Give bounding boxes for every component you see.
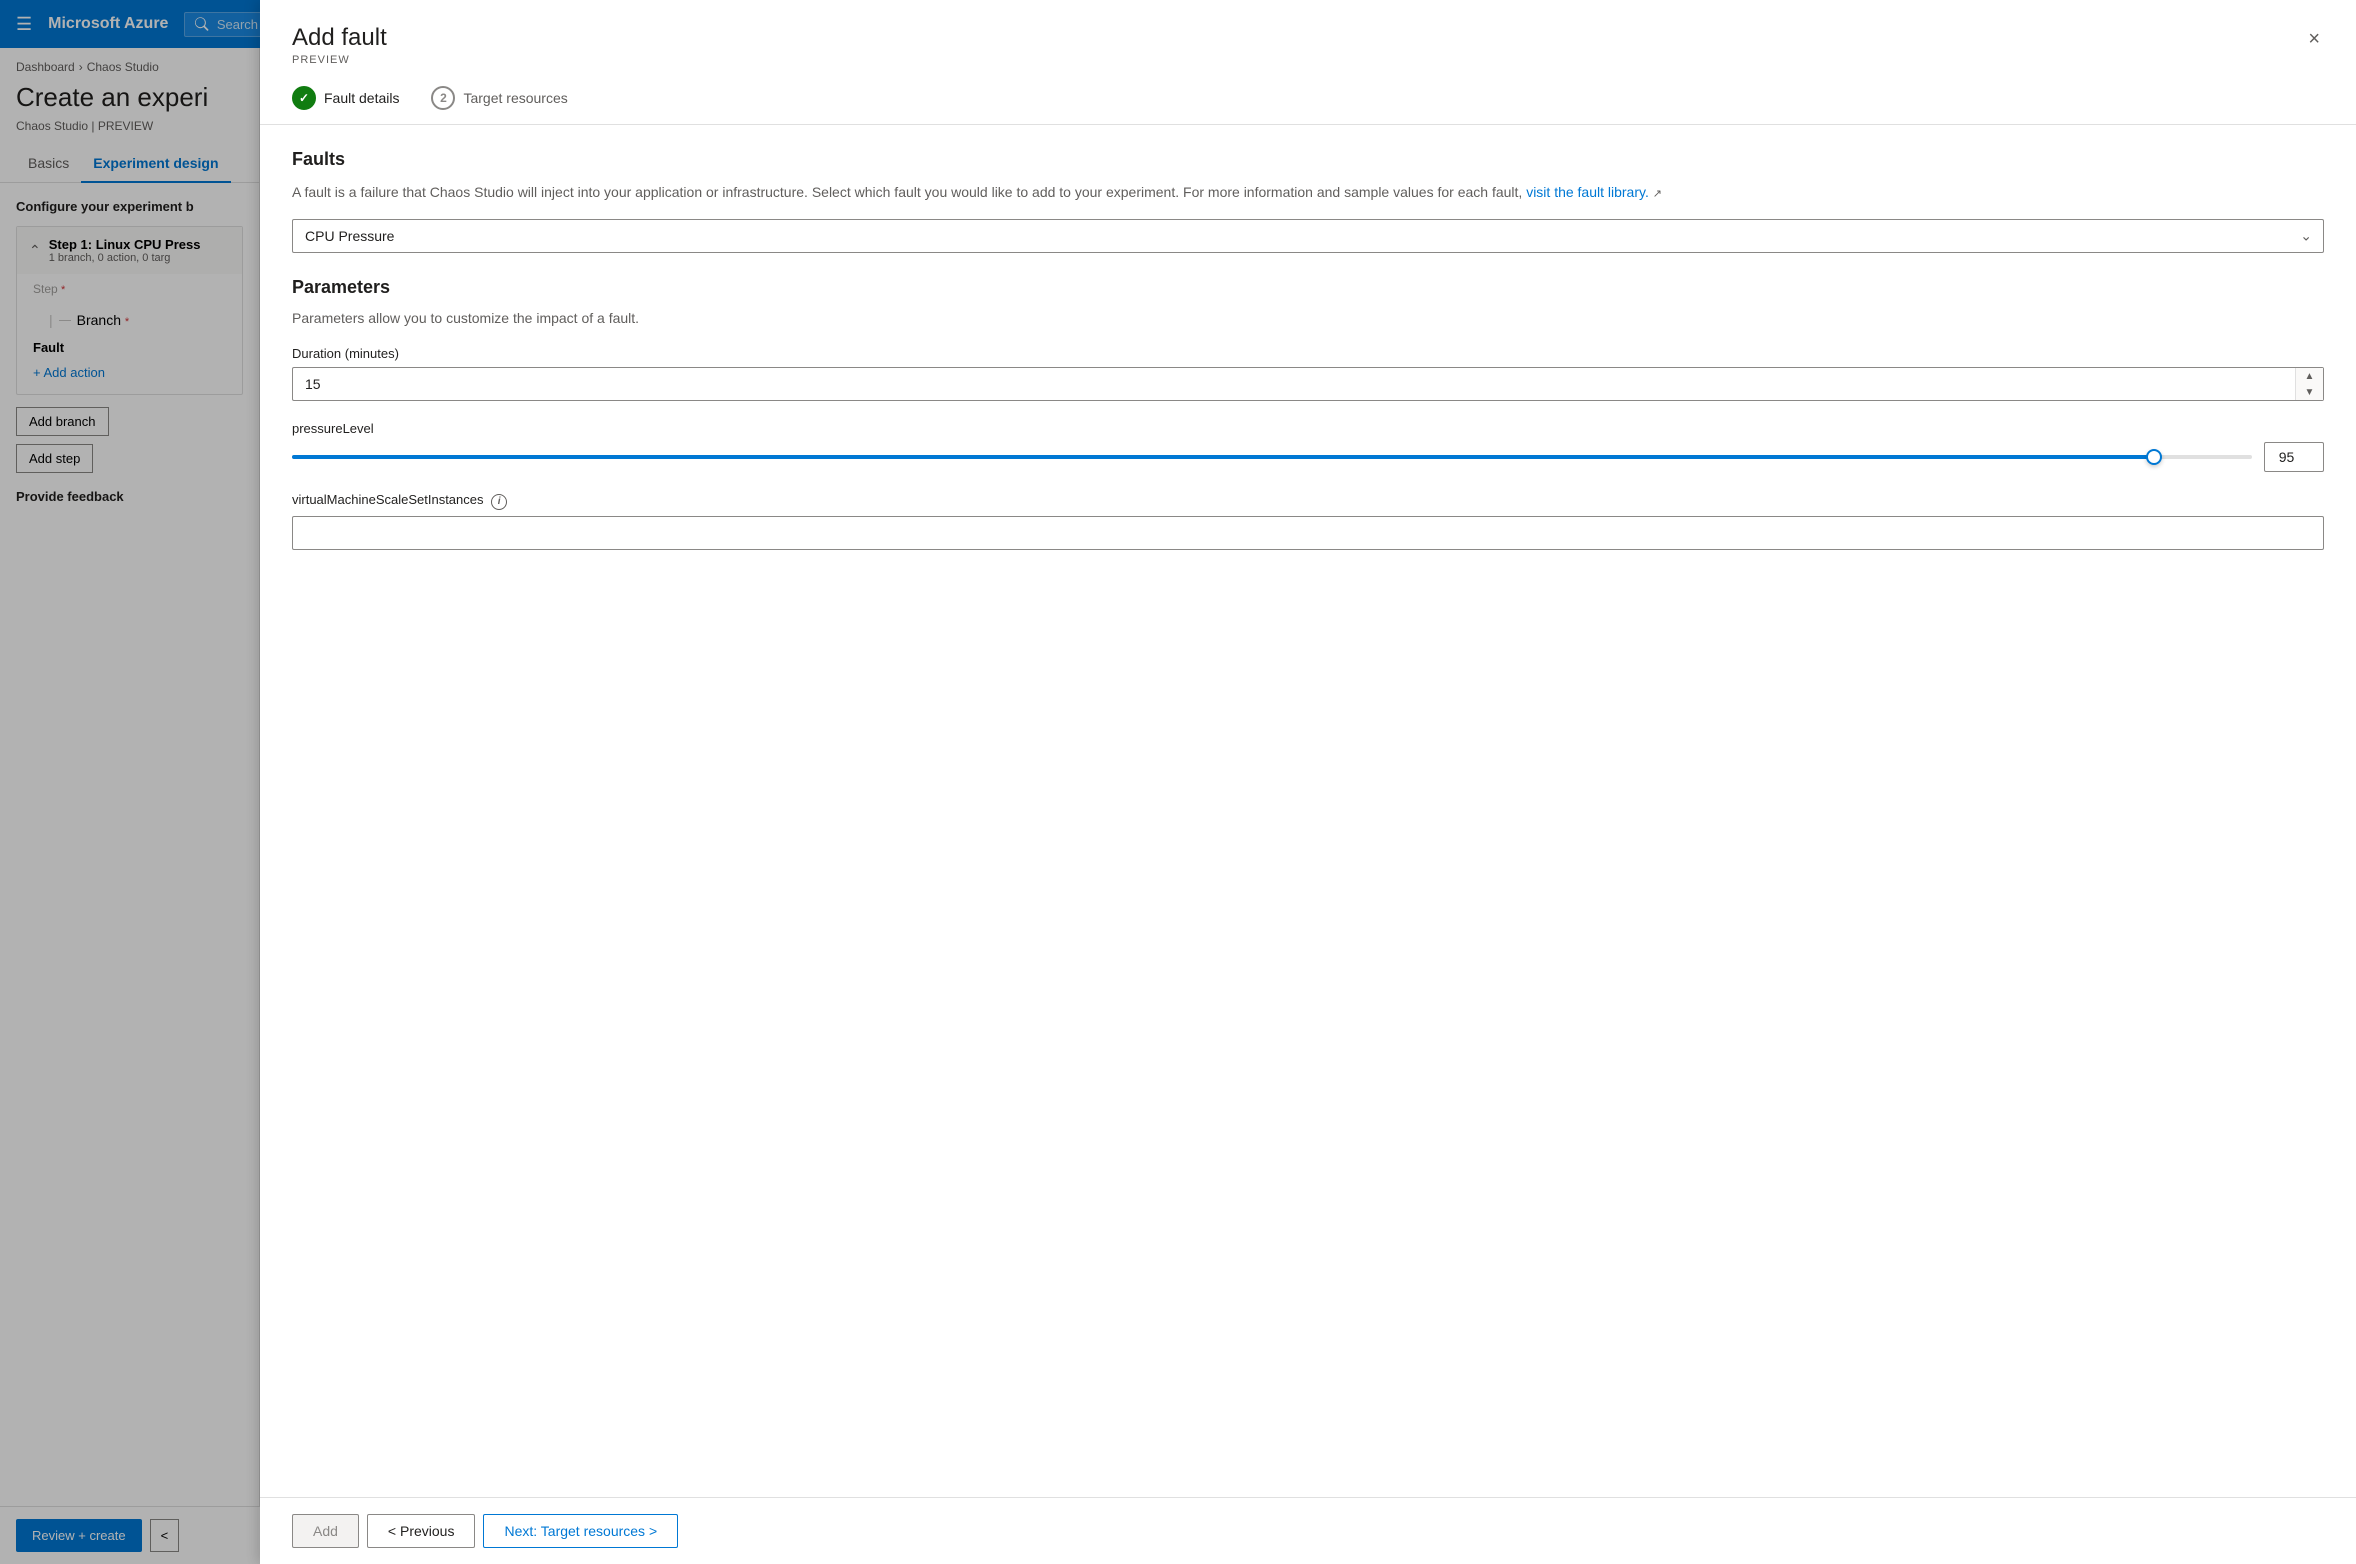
wizard-tab-label-1: Fault details (324, 90, 399, 106)
slider-track (292, 455, 2252, 459)
vmss-info-icon[interactable]: i (491, 494, 507, 510)
panel-subtitle: PREVIEW (292, 54, 387, 66)
vmss-input[interactable] (292, 516, 2324, 550)
duration-label: Duration (minutes) (292, 346, 2324, 361)
pressure-level-field: pressureLevel (292, 421, 2324, 472)
duration-input-wrapper: ▲ ▼ (292, 367, 2324, 401)
slider-wrapper (292, 442, 2324, 472)
panel-footer: Add < Previous Next: Target resources > (260, 1497, 2356, 1564)
previous-button[interactable]: < Previous (367, 1514, 476, 1548)
vmss-label: virtualMachineScaleSetInstances i (292, 492, 2324, 510)
spinner-down-button[interactable]: ▼ (2296, 384, 2323, 400)
fault-dropdown-container: CPU PressureMemory PressureNetwork Laten… (292, 219, 2324, 253)
duration-field: Duration (minutes) ▲ ▼ (292, 346, 2324, 401)
faults-section-title: Faults (292, 149, 2324, 170)
wizard-tab-label-2: Target resources (463, 90, 567, 106)
panel-header: Add fault PREVIEW × ✓ Fault details 2 Ta… (260, 0, 2356, 125)
parameters-section: Parameters Parameters allow you to custo… (292, 277, 2324, 550)
panel-body: Faults A fault is a failure that Chaos S… (260, 125, 2356, 1497)
parameters-title: Parameters (292, 277, 2324, 298)
wizard-tab-num-2: 2 (431, 86, 455, 110)
pressure-label: pressureLevel (292, 421, 2324, 436)
wizard-tab-num-1: ✓ (292, 86, 316, 110)
wizard-tab-target-resources[interactable]: 2 Target resources (431, 86, 567, 124)
panel-title-row: Add fault PREVIEW × (292, 24, 2324, 66)
panel-title: Add fault (292, 24, 387, 52)
number-spinners: ▲ ▼ (2295, 368, 2323, 400)
add-button: Add (292, 1514, 359, 1548)
vmss-field: virtualMachineScaleSetInstances i (292, 492, 2324, 550)
duration-input[interactable] (292, 367, 2324, 401)
close-panel-button[interactable]: × (2304, 24, 2324, 55)
wizard-tab-fault-details[interactable]: ✓ Fault details (292, 86, 399, 124)
next-button[interactable]: Next: Target resources > (483, 1514, 678, 1548)
fault-library-link[interactable]: visit the fault library. (1526, 184, 1649, 200)
parameters-desc: Parameters allow you to customize the im… (292, 310, 2324, 326)
faults-section-desc: A fault is a failure that Chaos Studio w… (292, 182, 2324, 203)
external-link-icon: ↗ (1653, 188, 1662, 200)
add-fault-panel: Add fault PREVIEW × ✓ Fault details 2 Ta… (260, 0, 2356, 1564)
fault-select[interactable]: CPU PressureMemory PressureNetwork Laten… (292, 219, 2324, 253)
spinner-up-button[interactable]: ▲ (2296, 368, 2323, 384)
pressure-value-input[interactable] (2264, 442, 2324, 472)
wizard-tabs: ✓ Fault details 2 Target resources (292, 86, 2324, 124)
